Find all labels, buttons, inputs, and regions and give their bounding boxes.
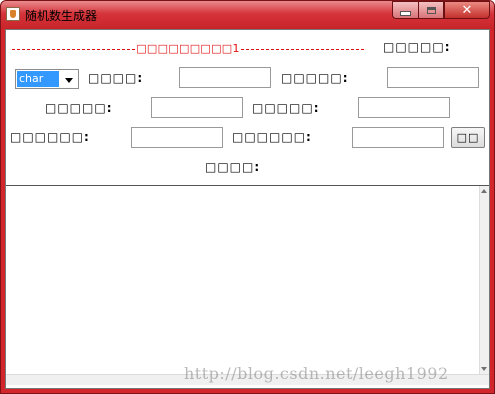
row2-field-b[interactable] <box>358 97 450 118</box>
minimize-icon <box>400 10 411 16</box>
header-divider: □□□□□□□□□1 <box>12 41 364 55</box>
header-text: □□□□□□□□□1 <box>136 41 240 55</box>
scroll-up-icon[interactable] <box>481 189 487 193</box>
vertical-scrollbar[interactable] <box>479 186 489 374</box>
top-right-label: □□□□□: <box>383 40 451 54</box>
title-bar[interactable]: 随机数生成器 ✕ <box>1 1 494 29</box>
output-pane <box>6 186 489 388</box>
row3-label-a: □□□□□□: <box>10 130 90 144</box>
window-title: 随机数生成器 <box>25 9 98 23</box>
type-select-value: char <box>17 71 59 87</box>
scroll-down-icon[interactable] <box>481 367 487 371</box>
row2-label-b: □□□□□: <box>252 101 320 115</box>
settings-panel: □□□□□□□□□1 □□□□□: char □□□□: □□□□□: □□□□… <box>6 30 489 186</box>
result-label: □□□□: <box>205 160 261 174</box>
window-controls: ✕ <box>392 1 490 19</box>
row1-field-a[interactable] <box>179 67 271 88</box>
generate-button[interactable]: □□ <box>451 127 485 148</box>
maximize-icon <box>426 6 436 14</box>
type-select[interactable]: char <box>15 69 79 89</box>
close-icon: ✕ <box>461 2 473 18</box>
row1-label-a: □□□□: <box>88 71 144 85</box>
maximize-button[interactable] <box>418 1 444 19</box>
row3-label-b: □□□□□□: <box>232 130 312 144</box>
row3-field-b[interactable] <box>352 127 444 148</box>
close-button[interactable]: ✕ <box>444 1 490 19</box>
app-window: 随机数生成器 ✕ □□□□□□□□□1 □□□□□: char □□□□: □□… <box>0 0 495 394</box>
java-app-icon <box>6 7 20 21</box>
output-textarea[interactable] <box>6 186 480 374</box>
client-area: □□□□□□□□□1 □□□□□: char □□□□: □□□□□: □□□□… <box>5 29 490 389</box>
row2-label-a: □□□□□: <box>45 101 113 115</box>
row3-field-a[interactable] <box>131 127 223 148</box>
minimize-button[interactable] <box>392 1 418 19</box>
chevron-down-icon[interactable] <box>61 71 77 87</box>
row1-label-b: □□□□□: <box>281 71 349 85</box>
row2-field-a[interactable] <box>151 97 243 118</box>
row1-field-b[interactable] <box>387 67 479 88</box>
watermark: http://blog.csdn.net/leegh1992 <box>184 364 449 383</box>
